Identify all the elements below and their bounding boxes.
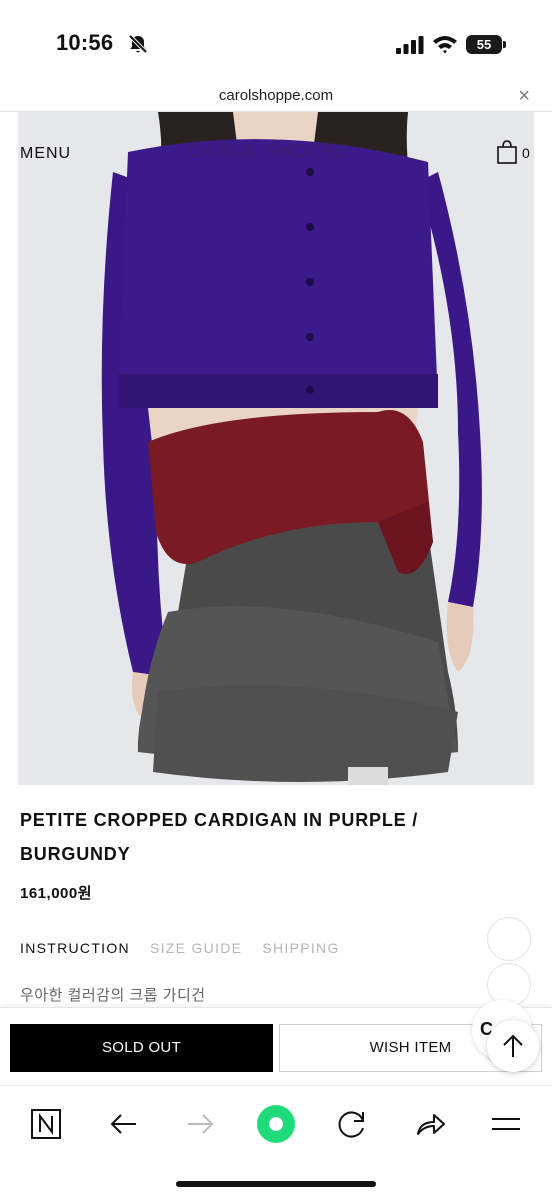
tab-instruction[interactable]: INSTRUCTION <box>20 940 130 956</box>
share-icon[interactable] <box>410 1104 450 1144</box>
url-bar[interactable]: carolshoppe.com × <box>0 84 552 112</box>
status-time: 10:56 <box>56 30 114 55</box>
shopping-bag-icon[interactable] <box>496 139 518 165</box>
status-bar: 10:56 55 <box>0 0 552 84</box>
green-home-icon[interactable] <box>256 1104 296 1144</box>
silent-bell-icon <box>128 34 148 54</box>
scroll-to-top-button[interactable] <box>487 1020 539 1072</box>
arrow-up-icon <box>503 1034 523 1057</box>
product-title: PETITE CROPPED CARDIGAN IN PURPLE / BURG… <box>20 810 419 864</box>
cart-count[interactable]: 0 <box>522 145 530 161</box>
cellular-signal-icon <box>396 36 424 54</box>
reload-icon[interactable] <box>332 1104 372 1144</box>
menu-link[interactable]: MENU <box>20 145 71 163</box>
product-image <box>18 112 534 785</box>
model-illustration <box>101 112 482 785</box>
menu-icon[interactable] <box>486 1104 526 1144</box>
purchase-action-bar: SOLD OUT WISH ITEM <box>0 1007 552 1085</box>
product-price: 161,000원 <box>20 885 93 902</box>
wifi-icon <box>433 36 457 54</box>
forward-arrow-icon[interactable] <box>180 1104 220 1144</box>
url-text[interactable]: carolshoppe.com <box>0 87 552 104</box>
sold-out-button[interactable]: SOLD OUT <box>10 1024 273 1072</box>
tab-shipping[interactable]: SHIPPING <box>262 940 339 956</box>
brand-logo[interactable]: CAROL SHOPPE <box>188 141 349 163</box>
tab-size-guide[interactable]: SIZE GUIDE <box>150 940 242 956</box>
close-icon[interactable]: × <box>518 85 530 107</box>
battery-indicator: 55 <box>466 35 506 54</box>
product-description: 우아한 컬러감의 크롭 가디건 <box>20 987 206 1004</box>
back-arrow-icon[interactable] <box>104 1104 144 1144</box>
product-tabs: INSTRUCTION SIZE GUIDE SHIPPING <box>20 940 340 956</box>
home-indicator <box>176 1181 376 1187</box>
n-logo-icon[interactable] <box>26 1104 66 1144</box>
floating-circle-button[interactable] <box>487 917 531 961</box>
